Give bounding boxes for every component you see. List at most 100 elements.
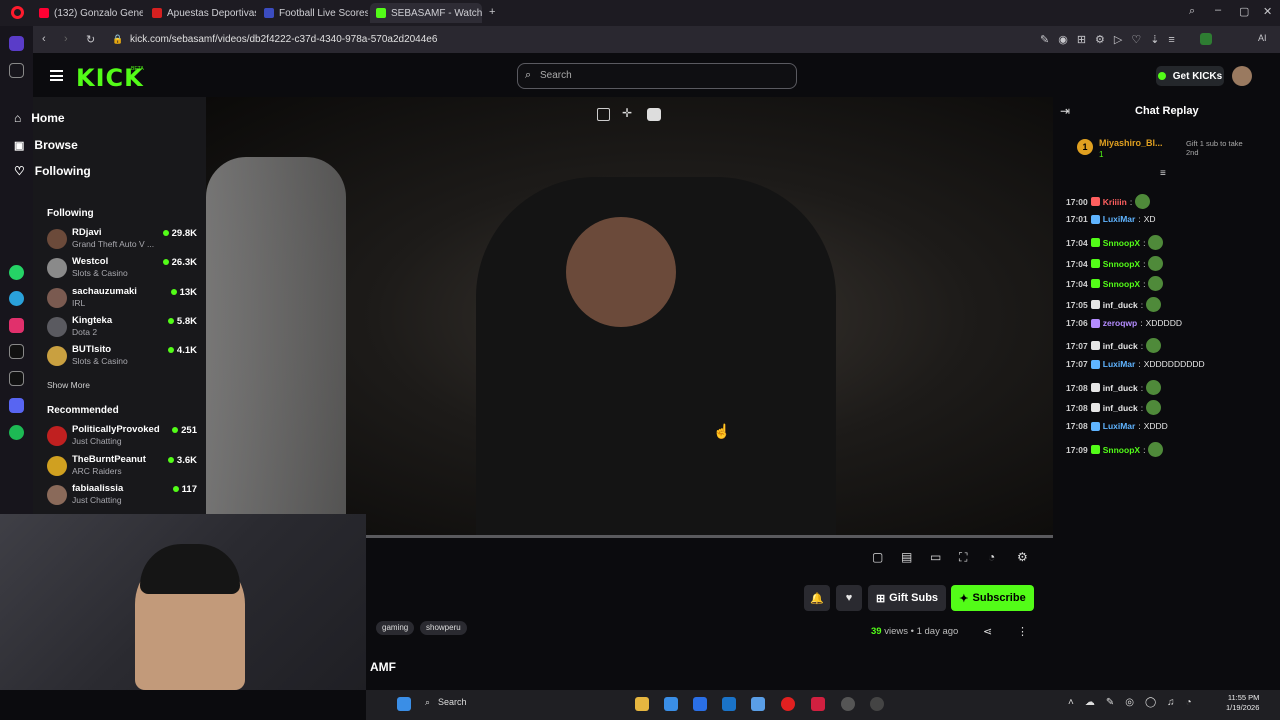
- chat-username[interactable]: inf_duck: [1103, 341, 1138, 351]
- browser-tab-active[interactable]: SEBASAMF - Watch the V: [370, 3, 482, 23]
- tray-icons[interactable]: ˄☁✎◎◯♫◔: [1068, 697, 1203, 708]
- opera-logo-icon[interactable]: [11, 6, 24, 19]
- vpn-badge-icon[interactable]: [1200, 33, 1212, 45]
- chat-username[interactable]: SnnoopX: [1103, 238, 1140, 248]
- show-more-link[interactable]: Show More: [47, 380, 90, 390]
- discord-icon[interactable]: [9, 398, 24, 413]
- miniplayer-icon[interactable]: ▢: [872, 550, 886, 564]
- x-icon[interactable]: [9, 371, 24, 386]
- chat-timestamp: 17:07: [1066, 340, 1088, 351]
- chat-username[interactable]: LuxiMar: [1103, 214, 1136, 224]
- new-tab-icon[interactable]: +: [489, 6, 495, 18]
- channel-item[interactable]: fabiaalissia Just Chatting 117: [47, 483, 197, 509]
- channel-avatar: [47, 346, 67, 366]
- share-icon[interactable]: ⋖: [983, 625, 992, 638]
- fullscreen-icon[interactable]: ⛶: [959, 550, 973, 564]
- more-icon[interactable]: ⋮: [1017, 625, 1028, 638]
- home-workspace-icon[interactable]: [9, 36, 24, 51]
- workspace-icon[interactable]: [9, 63, 24, 78]
- channel-item[interactable]: RDjavi Grand Theft Auto V ... 29.8K: [47, 227, 197, 253]
- forward-icon[interactable]: ›: [64, 33, 68, 45]
- app-icon[interactable]: [870, 697, 884, 711]
- user-badge-icon: [1090, 403, 1100, 412]
- chat-message: 17:04 SnnoopX:: [1066, 235, 1164, 250]
- app-icon[interactable]: [751, 697, 765, 711]
- top-gifter[interactable]: 1 Miyashiro_Bl... 1 Gift 1 sub to take 2…: [1077, 138, 1257, 162]
- reload-icon[interactable]: ↻: [86, 33, 95, 46]
- avatar[interactable]: [1232, 66, 1252, 86]
- chat-username[interactable]: LuxiMar: [1103, 421, 1136, 431]
- search-tabs-icon[interactable]: ⌕: [1189, 5, 1195, 18]
- progress-bar[interactable]: [366, 535, 1053, 538]
- minimize-icon[interactable]: –: [1215, 4, 1221, 16]
- tag-gaming[interactable]: gaming: [376, 621, 415, 635]
- browser-tab[interactable]: Football Live Scores, Fixtu: [258, 3, 368, 23]
- speed-icon[interactable]: ◔: [988, 550, 1002, 564]
- subscribe-button[interactable]: ✦ Subscribe: [951, 585, 1034, 611]
- collapse-chat-icon[interactable]: ⇥: [1060, 104, 1070, 118]
- channel-item[interactable]: TheBurntPeanut ARC Raiders 3.6K: [47, 454, 197, 480]
- taskbar-search[interactable]: ⌕ Search: [425, 697, 550, 712]
- follow-button[interactable]: ♥: [836, 585, 862, 611]
- expand-icon[interactable]: ✛: [622, 106, 632, 120]
- video-player[interactable]: [206, 97, 1053, 535]
- app-icon[interactable]: [811, 697, 825, 711]
- nav-home[interactable]: ⌂ Home: [14, 111, 65, 125]
- video-controls-bar: [366, 535, 1053, 573]
- tag-showperu[interactable]: showperu: [420, 621, 467, 635]
- store-icon[interactable]: [664, 697, 678, 711]
- clip-icon[interactable]: [597, 108, 610, 121]
- channel-item[interactable]: PoliticallyProvoked Just Chatting 251: [47, 424, 197, 450]
- tiktok-icon[interactable]: [9, 344, 24, 359]
- instagram-icon[interactable]: [9, 318, 24, 333]
- chat-username[interactable]: SnnoopX: [1103, 259, 1140, 269]
- theater-mode-icon[interactable]: ▭: [930, 550, 944, 564]
- notify-button[interactable]: 🔔: [804, 585, 830, 611]
- chat-username[interactable]: LuxiMar: [1103, 359, 1136, 369]
- filter-icon[interactable]: ≡: [1160, 168, 1166, 179]
- menu-icon[interactable]: [50, 70, 63, 81]
- browser-tab[interactable]: (132) Gonzalo Genek: [33, 3, 143, 23]
- gift-subs-button[interactable]: ⊞ Gift Subs: [868, 585, 946, 611]
- url-field[interactable]: kick.com/sebasamf/videos/db2f4222-c37d-4…: [130, 34, 437, 45]
- close-icon[interactable]: ✕: [1263, 5, 1272, 18]
- dropbox-icon[interactable]: [693, 697, 707, 711]
- channel-item[interactable]: sachauzumaki IRL 13K: [47, 286, 197, 312]
- clock[interactable]: 11:55 PM 1/19/2026: [1226, 693, 1259, 713]
- extensions-icons[interactable]: ✎◉⊞⚙▷♡⇣≡: [1040, 33, 1184, 46]
- youtube-icon: [39, 8, 49, 18]
- user-badge-icon: [1090, 300, 1100, 309]
- nav-browse[interactable]: ▣ Browse: [14, 138, 78, 152]
- chat-username[interactable]: inf_duck: [1103, 383, 1138, 393]
- ai-icon[interactable]: AI: [1258, 33, 1267, 43]
- whatsapp-icon[interactable]: [9, 265, 24, 280]
- settings-icon[interactable]: ⚙: [1017, 550, 1031, 564]
- nav-following[interactable]: ♡ Following: [14, 164, 91, 178]
- chat-username[interactable]: inf_duck: [1103, 403, 1138, 413]
- spotify-icon[interactable]: [9, 425, 24, 440]
- chat-username[interactable]: SnnoopX: [1103, 279, 1140, 289]
- file-explorer-icon[interactable]: [635, 697, 649, 711]
- channel-item[interactable]: BUTIsito Slots & Casino 4.1K: [47, 344, 197, 370]
- back-icon[interactable]: ‹: [42, 33, 46, 45]
- opera-icon[interactable]: [781, 697, 795, 711]
- chat-username[interactable]: zeroqwp: [1103, 318, 1137, 328]
- chat-username[interactable]: Kriiiin: [1103, 197, 1127, 207]
- clip-icon[interactable]: ▤: [901, 550, 915, 564]
- search-input[interactable]: Search: [517, 63, 797, 89]
- maximize-icon[interactable]: ▢: [1239, 5, 1249, 18]
- windows-start-icon[interactable]: [397, 697, 411, 711]
- theater-icon[interactable]: [647, 108, 661, 121]
- vscode-icon[interactable]: [722, 697, 736, 711]
- telegram-icon[interactable]: [9, 291, 24, 306]
- chat-username[interactable]: SnnoopX: [1103, 445, 1140, 455]
- app-icon[interactable]: [841, 697, 855, 711]
- chat-colon: :: [1143, 237, 1146, 248]
- channel-item[interactable]: Westcol Slots & Casino 26.3K: [47, 256, 197, 282]
- chat-username[interactable]: inf_duck: [1103, 300, 1138, 310]
- browser-tab[interactable]: Apuestas Deportivas - Ca: [146, 3, 256, 23]
- user-badge-icon: [1090, 259, 1100, 268]
- get-kicks-button[interactable]: Get KICKs: [1156, 66, 1224, 86]
- user-badge-icon: [1090, 383, 1100, 392]
- channel-item[interactable]: Kingteka Dota 2 5.8K: [47, 315, 197, 341]
